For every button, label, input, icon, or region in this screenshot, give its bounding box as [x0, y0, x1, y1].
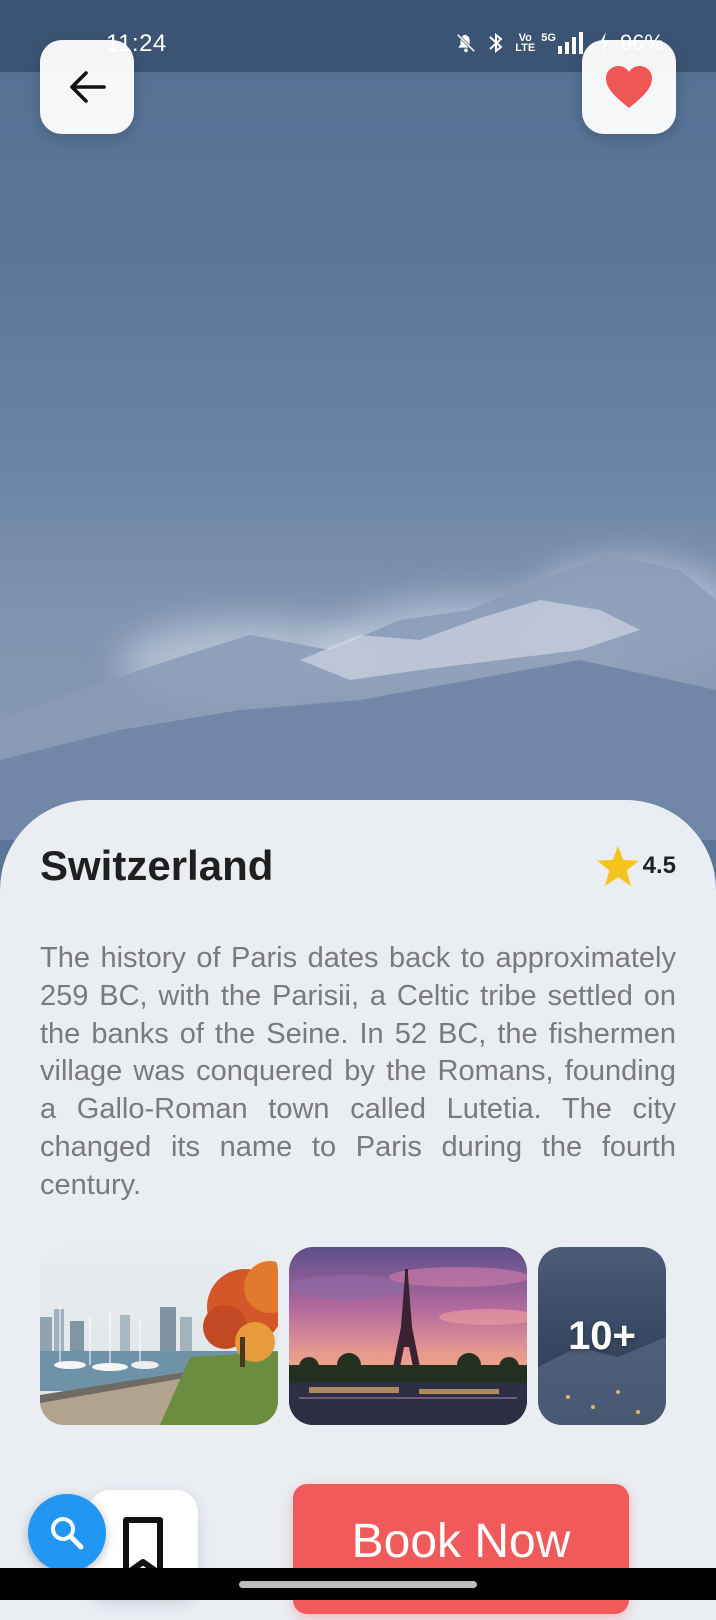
star-icon	[596, 846, 639, 886]
gallery-more-button[interactable]: 10+	[538, 1247, 666, 1425]
favorite-button[interactable]	[582, 40, 676, 134]
bluetooth-icon	[487, 31, 505, 55]
rating: 4.5	[596, 846, 676, 886]
gallery-more-count: 10+	[568, 1313, 636, 1358]
photo-gallery: 10+	[40, 1247, 666, 1425]
search-icon	[51, 1517, 84, 1550]
rating-value: 4.5	[642, 852, 676, 879]
mute-icon	[455, 32, 477, 54]
gallery-photo-harbor[interactable]	[40, 1247, 278, 1425]
gallery-photo-eiffel[interactable]	[289, 1247, 527, 1425]
5g-signal-icon: 5G	[541, 32, 588, 54]
destination-description: The history of Paris dates back to appro…	[40, 942, 676, 1201]
destination-title: Switzerland	[40, 842, 274, 889]
system-navigation-bar	[0, 1568, 716, 1600]
detail-card: Switzerland 4.5 The history of Paris dat…	[0, 800, 716, 1620]
back-button[interactable]	[40, 40, 134, 134]
search-button[interactable]	[28, 1494, 106, 1572]
arrow-left-icon	[70, 71, 106, 103]
home-handle[interactable]	[239, 1581, 477, 1588]
volte-icon: Vo LTE	[515, 32, 536, 54]
heart-icon	[606, 66, 652, 108]
